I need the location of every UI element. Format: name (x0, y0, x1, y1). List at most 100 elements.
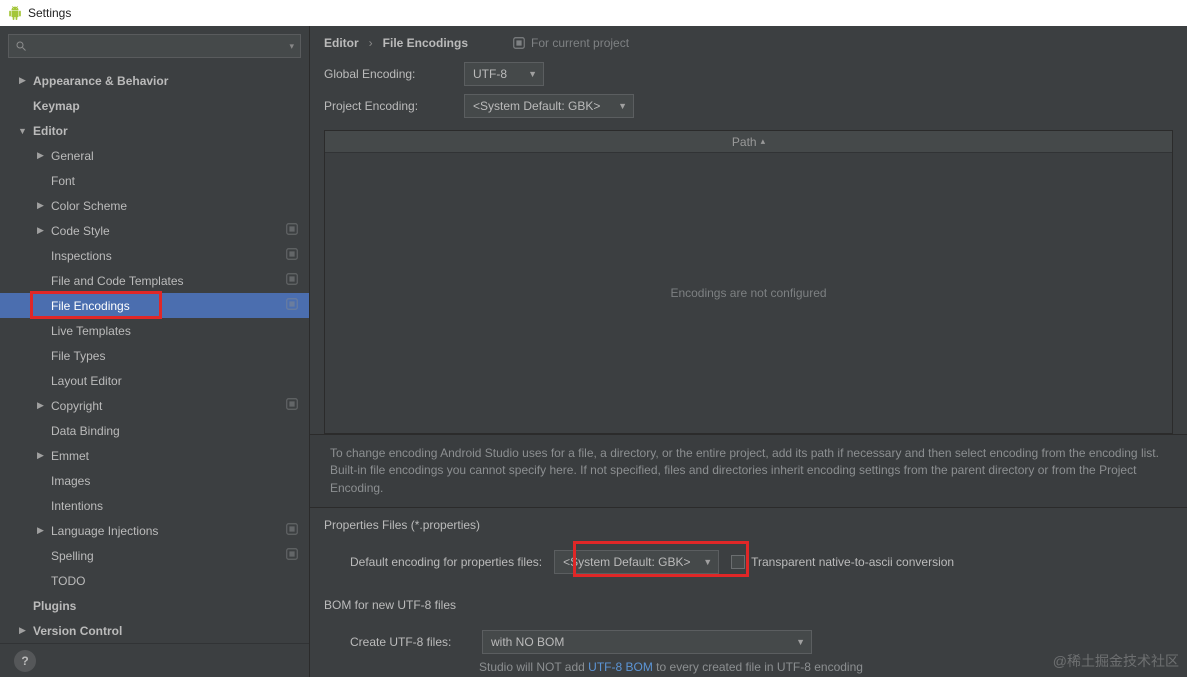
project-scope-icon (285, 522, 299, 539)
breadcrumb-sep: › (369, 36, 373, 50)
chevron-icon: ▶ (36, 400, 45, 411)
properties-section-title: Properties Files (*.properties) (324, 518, 1173, 532)
sidebar-item-label: Editor (33, 124, 68, 138)
sidebar-item-label: File Encodings (51, 299, 130, 313)
sidebar-item-label: Plugins (33, 599, 76, 613)
sidebar-item-label: Emmet (51, 449, 89, 463)
sidebar-item-label: TODO (51, 574, 85, 588)
sidebar-item-appearance-behavior[interactable]: ▶ Appearance & Behavior (0, 68, 309, 93)
encoding-paths-table: Path ▴ Encodings are not configured (324, 130, 1173, 434)
settings-tree: ▶ Appearance & Behavior Keymap ▼ Editor ▶ Gene… (0, 66, 309, 643)
sidebar-item-label: Copyright (51, 399, 102, 413)
sidebar-item-label: Inspections (51, 249, 112, 263)
project-scope-icon (285, 247, 299, 264)
sidebar-item-spelling[interactable]: Spelling (0, 543, 309, 568)
android-icon (8, 6, 22, 20)
chevron-icon: ▶ (36, 150, 45, 161)
sidebar-item-version-control[interactable]: ▶ Version Control (0, 618, 309, 643)
sidebar-item-file-types[interactable]: File Types (0, 343, 309, 368)
sidebar-item-label: File and Code Templates (51, 274, 184, 288)
sidebar-item-label: Version Control (33, 624, 122, 638)
th-path-label: Path (732, 135, 757, 149)
sidebar-item-file-encodings[interactable]: File Encodings (0, 293, 309, 318)
sidebar-item-plugins[interactable]: Plugins (0, 593, 309, 618)
project-scope-icon (285, 547, 299, 564)
project-scope-icon (285, 297, 299, 314)
window-title: Settings (28, 6, 71, 20)
scope-label: For current project (531, 36, 629, 50)
chevron-down-icon: ▼ (703, 557, 712, 567)
breadcrumb-file-encodings: File Encodings (383, 36, 468, 50)
sidebar-item-editor[interactable]: ▼ Editor (0, 118, 309, 143)
sidebar-item-label: Images (51, 474, 90, 488)
sidebar-item-copyright[interactable]: ▶ Copyright (0, 393, 309, 418)
table-header-path[interactable]: Path ▴ (325, 131, 1172, 153)
sidebar-item-label: Font (51, 174, 75, 188)
chevron-down-icon: ▼ (528, 69, 537, 79)
watermark: @稀土掘金技术社区 (1053, 651, 1179, 671)
bom-hint-post: to every created file in UTF-8 encoding (653, 660, 863, 674)
sidebar-item-intentions[interactable]: Intentions (0, 493, 309, 518)
chevron-icon: ▶ (36, 225, 45, 236)
create-utf8-dropdown[interactable]: with NO BOM ▼ (482, 630, 812, 654)
chevron-icon: ▶ (36, 525, 45, 536)
chevron-icon: ▶ (36, 450, 45, 461)
chevron-down-icon: ▼ (618, 101, 627, 111)
sidebar-item-general[interactable]: ▶ General (0, 143, 309, 168)
sidebar-item-label: Spelling (51, 549, 94, 563)
sidebar-item-file-and-code-templates[interactable]: File and Code Templates (0, 268, 309, 293)
breadcrumb-editor[interactable]: Editor (324, 36, 359, 50)
project-scope-icon (285, 222, 299, 239)
bom-section-title: BOM for new UTF-8 files (324, 598, 1173, 612)
info-text: To change encoding Android Studio uses f… (310, 434, 1187, 508)
global-encoding-dropdown[interactable]: UTF-8 ▼ (464, 62, 544, 86)
checkbox-box (731, 555, 745, 569)
sidebar-item-emmet[interactable]: ▶ Emmet (0, 443, 309, 468)
sidebar-item-label: Live Templates (51, 324, 131, 338)
chevron-icon: ▶ (18, 625, 27, 636)
sidebar-item-data-binding[interactable]: Data Binding (0, 418, 309, 443)
search-input[interactable]: ▾ (8, 34, 301, 58)
sidebar-item-color-scheme[interactable]: ▶Color Scheme (0, 193, 309, 218)
sidebar-item-label: General (51, 149, 94, 163)
project-encoding-dropdown[interactable]: <System Default: GBK> ▼ (464, 94, 634, 118)
utf8-bom-link[interactable]: UTF-8 BOM (588, 660, 653, 674)
sidebar-item-label: Intentions (51, 499, 103, 513)
project-scope-icon (285, 272, 299, 289)
sidebar-item-language-injections[interactable]: ▶ Language Injections (0, 518, 309, 543)
project-encoding-value: <System Default: GBK> (473, 99, 600, 113)
transparent-ascii-checkbox[interactable]: Transparent native-to-ascii conversion (731, 555, 954, 569)
sidebar-item-layout-editor[interactable]: Layout Editor (0, 368, 309, 393)
scope-indicator: For current project (512, 36, 629, 50)
properties-encoding-dropdown[interactable]: <System Default: GBK> ▼ (554, 550, 719, 574)
bom-hint-pre: Studio will NOT add (479, 660, 588, 674)
project-encoding-label: Project Encoding: (324, 99, 464, 113)
checkbox-label: Transparent native-to-ascii conversion (751, 555, 954, 569)
properties-encoding-value: <System Default: GBK> (563, 555, 690, 569)
chevron-icon: ▶ (18, 75, 27, 86)
project-scope-icon (285, 397, 299, 414)
sidebar-item-inspections[interactable]: Inspections (0, 243, 309, 268)
sidebar-item-images[interactable]: Images (0, 468, 309, 493)
sidebar-item-live-templates[interactable]: Live Templates (0, 318, 309, 343)
chevron-icon: ▼ (18, 126, 27, 136)
sidebar-item-code-style[interactable]: ▶ Code Style (0, 218, 309, 243)
search-icon (15, 40, 27, 52)
sidebar-item-todo[interactable]: TODO (0, 568, 309, 593)
search-caret-icon: ▾ (289, 41, 294, 52)
empty-text: Encodings are not configured (670, 286, 826, 300)
sidebar-item-label: Language Injections (51, 524, 158, 538)
project-scope-icon (512, 36, 526, 50)
sidebar-item-keymap[interactable]: Keymap (0, 93, 309, 118)
sidebar-item-font[interactable]: Font (0, 168, 309, 193)
sidebar-item-label: Data Binding (51, 424, 120, 438)
create-utf8-value: with NO BOM (491, 635, 564, 649)
global-encoding-label: Global Encoding: (324, 67, 464, 81)
settings-content: Editor › File Encodings For current proj… (310, 26, 1187, 677)
settings-sidebar: ▾ ▶ Appearance & Behavior Keymap ▼ Editor ▶ Ge… (0, 26, 310, 677)
help-button[interactable]: ? (14, 650, 36, 672)
sidebar-item-label: Appearance & Behavior (33, 74, 168, 88)
sidebar-item-label: Color Scheme (51, 199, 127, 213)
sidebar-item-label: Code Style (51, 224, 110, 238)
sidebar-item-label: Keymap (33, 99, 80, 113)
